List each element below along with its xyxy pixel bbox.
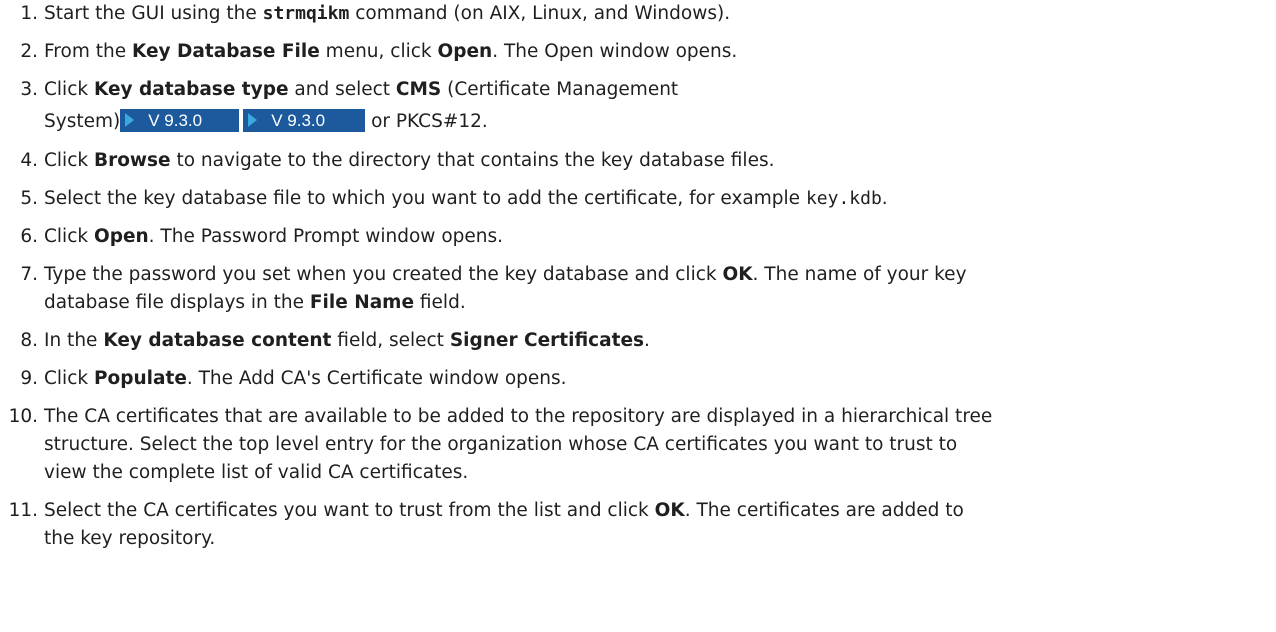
step-text-run: From the [44, 41, 132, 62]
step-text-run: or PKCS#12. [365, 111, 488, 132]
arrow-icon [125, 113, 135, 127]
button-name: Open [93, 226, 149, 247]
step-text-run: field, select [331, 330, 450, 351]
step-text-line: The CA certificates that are available t… [44, 406, 993, 427]
step-number: 4. [20, 150, 38, 171]
step-text-run: . The Open window opens. [492, 41, 738, 62]
step-text-run: . The Password Prompt window opens. [148, 226, 504, 247]
arrow-icon [248, 113, 258, 127]
step-text-run: to navigate to the directory that contai… [170, 150, 775, 171]
menu-name: Key Database File [131, 41, 320, 62]
step-text: Select the key database file to which yo… [44, 185, 1264, 213]
step-text-run: Select the CA certificates you want to t… [44, 500, 655, 521]
step-text: The CA certificates that are available t… [44, 403, 1264, 487]
step-text-run: Start the GUI using the [44, 3, 263, 24]
step-number: 2. [20, 41, 38, 62]
button-name: OK [654, 500, 685, 521]
version-badge-label: V 9.3.0 [271, 111, 326, 130]
field-name: File Name [309, 292, 415, 313]
step-text-line: the key repository. [44, 528, 216, 549]
step-text-run: and select [288, 79, 396, 100]
button-name: OK [722, 264, 753, 285]
option-name: Signer Certificates [449, 330, 645, 351]
step-text-run: . [881, 188, 888, 209]
step-text-run: Type the password you set when you creat… [44, 264, 723, 285]
step-text-run: . The name of your key [752, 264, 967, 285]
step-text-run: Select the key database file to which yo… [44, 188, 806, 209]
field-name: Key database content [103, 330, 332, 351]
menu-item-name: Open [437, 41, 493, 62]
step-text-run: . The certificates are added to [684, 500, 964, 521]
step-text-run: menu, click [319, 41, 438, 62]
version-badge-label: V 9.3.0 [148, 111, 203, 130]
step-text-run: Click [44, 226, 94, 247]
step-text-run: . The Add CA's Certificate window opens. [186, 368, 567, 389]
step-number: 8. [20, 330, 38, 351]
option-name: CMS [395, 79, 442, 100]
step-text-run: Click [44, 150, 94, 171]
step-number: 6. [20, 226, 38, 247]
step-text-run: In the [44, 330, 104, 351]
step-text: From the Key Database File menu, click O… [44, 38, 1264, 66]
step-text-line: view the complete list of valid CA certi… [44, 462, 469, 483]
step-text-run: database file displays in the [44, 292, 310, 313]
step-text-run: Click [44, 368, 94, 389]
step-number: 1. [20, 3, 38, 24]
step-text: Start the GUI using the strmqikm command… [44, 0, 1264, 28]
step-text-run: command (on AIX, Linux, and Windows). [349, 3, 731, 24]
file-name: key.kdb [805, 188, 882, 209]
button-name: Populate [93, 368, 187, 389]
button-name: Browse [93, 150, 171, 171]
step-text: Click Key database type and select CMS (… [44, 76, 1264, 136]
step-text: Click Browse to navigate to the director… [44, 147, 1264, 175]
version-badge: V 9.3.0 [120, 109, 240, 132]
step-text-run: Click [44, 79, 94, 100]
step-text-run: field. [414, 292, 466, 313]
step-text: Type the password you set when you creat… [44, 261, 1264, 317]
version-badge: V 9.3.0 [243, 109, 366, 132]
step-number: 3. [20, 79, 38, 100]
step-text-run: System) [44, 111, 121, 132]
command-name: strmqikm [262, 3, 350, 24]
step-number: 9. [20, 368, 38, 389]
step-text: Click Populate. The Add CA's Certificate… [44, 365, 1264, 393]
step-text-run: (Certificate Management [441, 79, 679, 100]
procedure-steps: { "steps": [ {"num": "1.", "t1": "Start … [0, 0, 1276, 632]
step-text: In the Key database content field, selec… [44, 327, 1264, 355]
step-text: Click Open. The Password Prompt window o… [44, 223, 1264, 251]
step-number: 7. [20, 264, 38, 285]
step-text: Select the CA certificates you want to t… [44, 497, 1264, 553]
step-number: 11. [8, 500, 38, 521]
step-number: 5. [20, 188, 38, 209]
step-text-line: structure. Select the top level entry fo… [44, 434, 958, 455]
step-number: 10. [8, 406, 38, 427]
field-name: Key database type [93, 79, 289, 100]
step-text-run: . [644, 330, 650, 351]
